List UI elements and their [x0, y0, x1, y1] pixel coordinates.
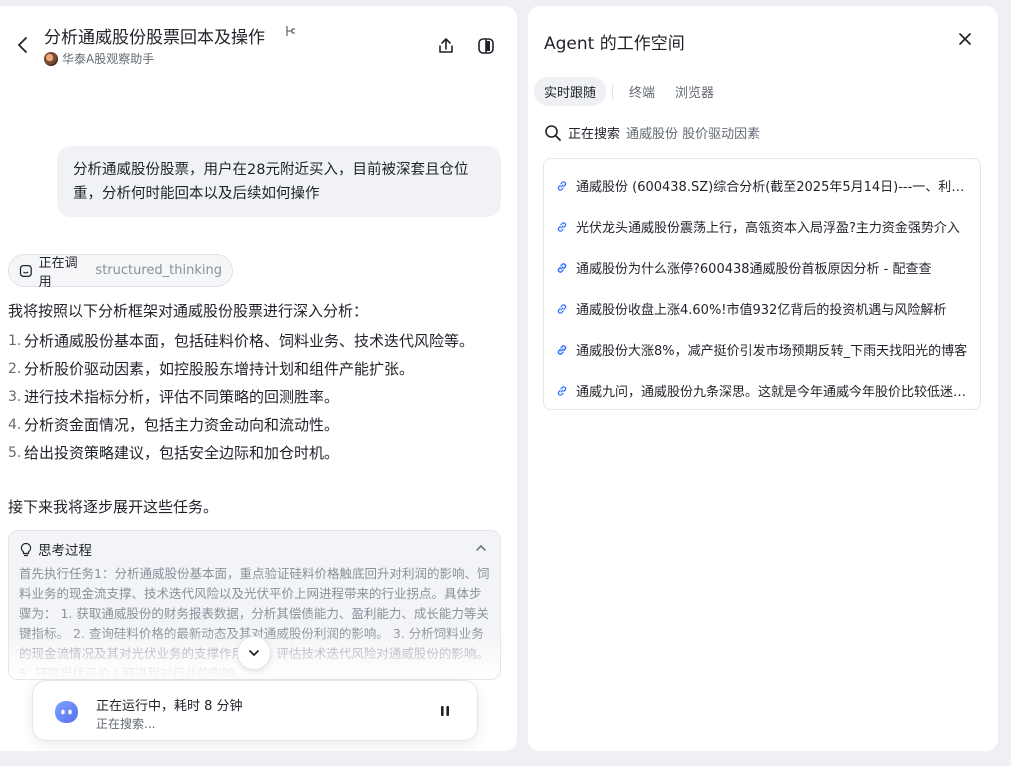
list-item: 2. 分析股价驱动因素，如控股股东增持计划和组件产能扩张。	[8, 360, 415, 378]
search-result-item[interactable]: 通威股份 (600438.SZ)综合分析(截至2025年5月14日)---一、利…	[544, 165, 980, 206]
agent-workspace-panel: Agent 的工作空间 实时跟随 终端 浏览器 正在搜索 通威股份 股价驱动因素…	[528, 6, 998, 751]
assistant-name-label: 华泰A股观察助手	[62, 52, 155, 66]
search-result-item[interactable]: 通威股份大涨8%，减产挺价引发市场预期反转_下雨天找阳光的博客	[544, 329, 980, 370]
tab-divider	[612, 84, 614, 99]
link-icon	[557, 303, 567, 314]
workspace-tabs: 实时跟随 终端 浏览器	[534, 77, 724, 106]
list-item: 5. 给出投资策略建议，包括安全边际和加仓时机。	[8, 444, 340, 462]
thinking-header[interactable]: 思考过程	[19, 539, 92, 559]
chevron-up-icon[interactable]	[474, 541, 488, 555]
tab-live-follow[interactable]: 实时跟随	[534, 77, 607, 106]
search-result-title: 通威九问，通威股份九条深思。这就是今年通威今年股价比较低迷的原因	[576, 385, 970, 400]
run-status-card: 正在运行中，耗时 8 分钟 正在搜索...	[32, 680, 478, 741]
lightbulb-icon	[20, 542, 32, 556]
analysis-steps: 1. 分析通威股份基本面，包括硅料价格、饲料业务、技术迭代风险等。 2. 分析股价驱…	[8, 327, 498, 467]
close-icon[interactable]	[957, 31, 973, 47]
tool-icon	[19, 264, 32, 277]
run-status-text: 正在运行中，耗时 8 分钟	[96, 699, 243, 714]
tab-terminal[interactable]: 终端	[619, 77, 665, 106]
thinking-title: 思考过程	[38, 543, 92, 559]
chevron-down-icon	[249, 650, 259, 657]
tab-browser[interactable]: 浏览器	[665, 77, 724, 106]
search-result-item[interactable]: 通威股份为什么涨停?600438通威股份首板原因分析 - 配查查	[544, 247, 980, 288]
search-result-title: 通威股份为什么涨停?600438通威股份首板原因分析 - 配查查	[576, 262, 932, 277]
search-result-title: 通威股份 (600438.SZ)综合分析(截至2025年5月14日)---一、利…	[576, 180, 970, 195]
share-icon[interactable]	[436, 36, 456, 56]
list-item: 3. 进行技术指标分析，评估不同策略的回测胜率。	[8, 388, 340, 406]
sidebar-toggle-icon[interactable]	[476, 36, 496, 56]
search-query: 通威股份 股价驱动因素	[626, 127, 761, 142]
run-status-detail: 正在搜索...	[96, 717, 156, 731]
search-result-title: 通威股份大涨8%，减产挺价引发市场预期反转_下雨天找阳光的博客	[576, 344, 968, 359]
tool-call-label: 正在调用	[38, 255, 78, 290]
search-result-item[interactable]: 通威股份收盘上涨4.60%!市值932亿背后的投资机遇与风险解析	[544, 288, 980, 329]
assistant-avatar	[44, 51, 58, 66]
page-title: 分析通威股份股票回本及操作	[44, 28, 265, 48]
search-result-title: 通威股份收盘上涨4.60%!市值932亿背后的投资机遇与风险解析	[576, 303, 947, 318]
search-result-title: 光伏龙头通威股份震荡上行，高瓴资本入局浮盈?主力资金强势介入	[576, 221, 960, 236]
analysis-outro: 接下来我将逐步展开这些任务。	[8, 498, 219, 516]
search-icon	[545, 124, 561, 141]
search-result-item[interactable]: 通威九问，通威股份九条深思。这就是今年通威今年股价比较低迷的原因	[544, 370, 980, 411]
link-icon	[557, 180, 567, 191]
back-arrow-icon[interactable]	[14, 35, 32, 55]
tool-call-name: structured_thinking	[95, 263, 222, 278]
assistant-name: 华泰A股观察助手	[44, 50, 154, 67]
branch-icon[interactable]	[284, 24, 298, 38]
workspace-title: Agent 的工作空间	[544, 34, 685, 54]
search-status: 正在搜索 通威股份 股价驱动因素	[544, 123, 760, 142]
list-item: 1. 分析通威股份基本面，包括硅料价格、饲料业务、技术迭代风险等。	[8, 332, 475, 350]
list-item: 4. 分析资金面情况，包括主力资金动向和流动性。	[8, 416, 340, 434]
search-result-item[interactable]: 光伏龙头通威股份震荡上行，高瓴资本入局浮盈?主力资金强势介入	[544, 206, 980, 247]
agent-avatar-icon	[55, 701, 78, 723]
analysis-intro: 我将按照以下分析框架对通威股份股票进行深入分析：	[8, 302, 369, 320]
user-message: 分析通威股份股票，用户在28元附近买入，目前被深套且仓位重，分析何时能回本以及后…	[57, 146, 501, 217]
chat-panel: 分析通威股份股票回本及操作 华泰A股观察助手 分析通威股份股票，用户在28元附近…	[0, 6, 517, 751]
tool-call-chip[interactable]: 正在调用 structured_thinking	[8, 254, 233, 290]
link-icon	[557, 344, 567, 355]
search-results-list: 通威股份 (600438.SZ)综合分析(截至2025年5月14日)---一、利…	[543, 158, 981, 410]
link-icon	[557, 262, 567, 273]
link-icon	[557, 385, 567, 396]
pause-icon[interactable]	[437, 703, 453, 719]
search-status-label: 正在搜索	[568, 127, 621, 142]
scroll-to-bottom-button[interactable]	[237, 636, 271, 670]
link-icon	[557, 221, 567, 232]
